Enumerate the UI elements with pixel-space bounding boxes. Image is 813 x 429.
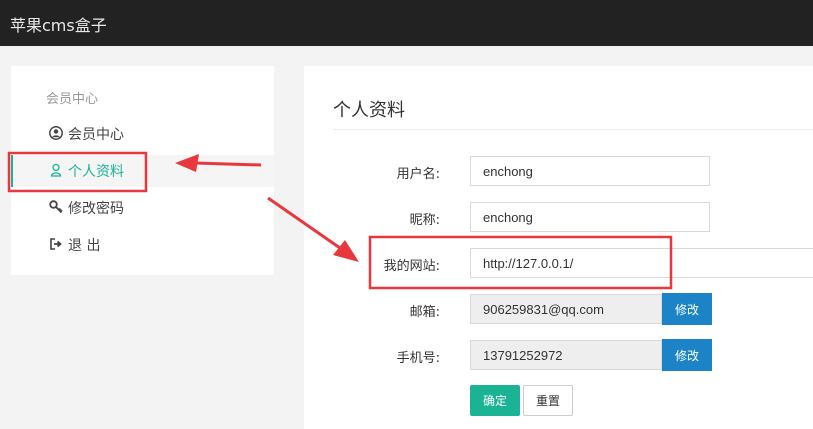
sidebar-item-label: 修改密码 [68,201,124,217]
nickname-input[interactable] [470,202,710,232]
sidebar-item-member-center[interactable]: 会员中心 [11,118,274,150]
profile-panel: 个人资料 用户名: 昵称: 我的网站: 邮箱: 修改 手机号: 修改 确定 重置 [304,66,813,429]
email-label: 邮箱: [409,305,440,320]
top-bar: 苹果cms盒子 [0,0,813,46]
key-icon [49,200,63,214]
user-circle-icon [49,126,63,140]
email-row: 邮箱: 修改 [304,293,813,327]
sidebar: 会员中心 会员中心 个人资料 修改密码 退 出 [11,66,274,275]
sidebar-item-label: 退 出 [68,238,101,254]
sidebar-item-label: 个人资料 [68,164,124,180]
sidebar-item-change-password[interactable]: 修改密码 [11,192,274,224]
reset-button[interactable]: 重置 [523,385,573,416]
user-outline-icon [49,163,63,177]
email-input [470,294,662,324]
phone-input [470,340,662,370]
website-label: 我的网站: [383,259,440,274]
website-input[interactable] [470,248,813,278]
nickname-row: 昵称: [304,201,813,235]
sidebar-item-profile[interactable]: 个人资料 [11,155,274,187]
sidebar-item-logout[interactable]: 退 出 [11,229,274,261]
edit-email-button[interactable]: 修改 [662,293,712,325]
sign-out-icon [49,237,63,251]
website-row: 我的网站: [304,247,813,281]
sidebar-item-label: 会员中心 [68,127,124,143]
nickname-label: 昵称: [409,213,440,228]
edit-phone-button[interactable]: 修改 [662,339,712,371]
app-title: 苹果cms盒子 [10,16,107,35]
username-row: 用户名: [304,155,813,189]
sidebar-title: 会员中心 [46,92,99,107]
page-title: 个人资料 [333,100,405,121]
phone-row: 手机号: 修改 [304,339,813,373]
username-input[interactable] [470,156,710,186]
phone-label: 手机号: [396,351,440,366]
username-label: 用户名: [396,167,440,182]
confirm-button[interactable]: 确定 [470,385,520,416]
title-divider [333,129,813,130]
